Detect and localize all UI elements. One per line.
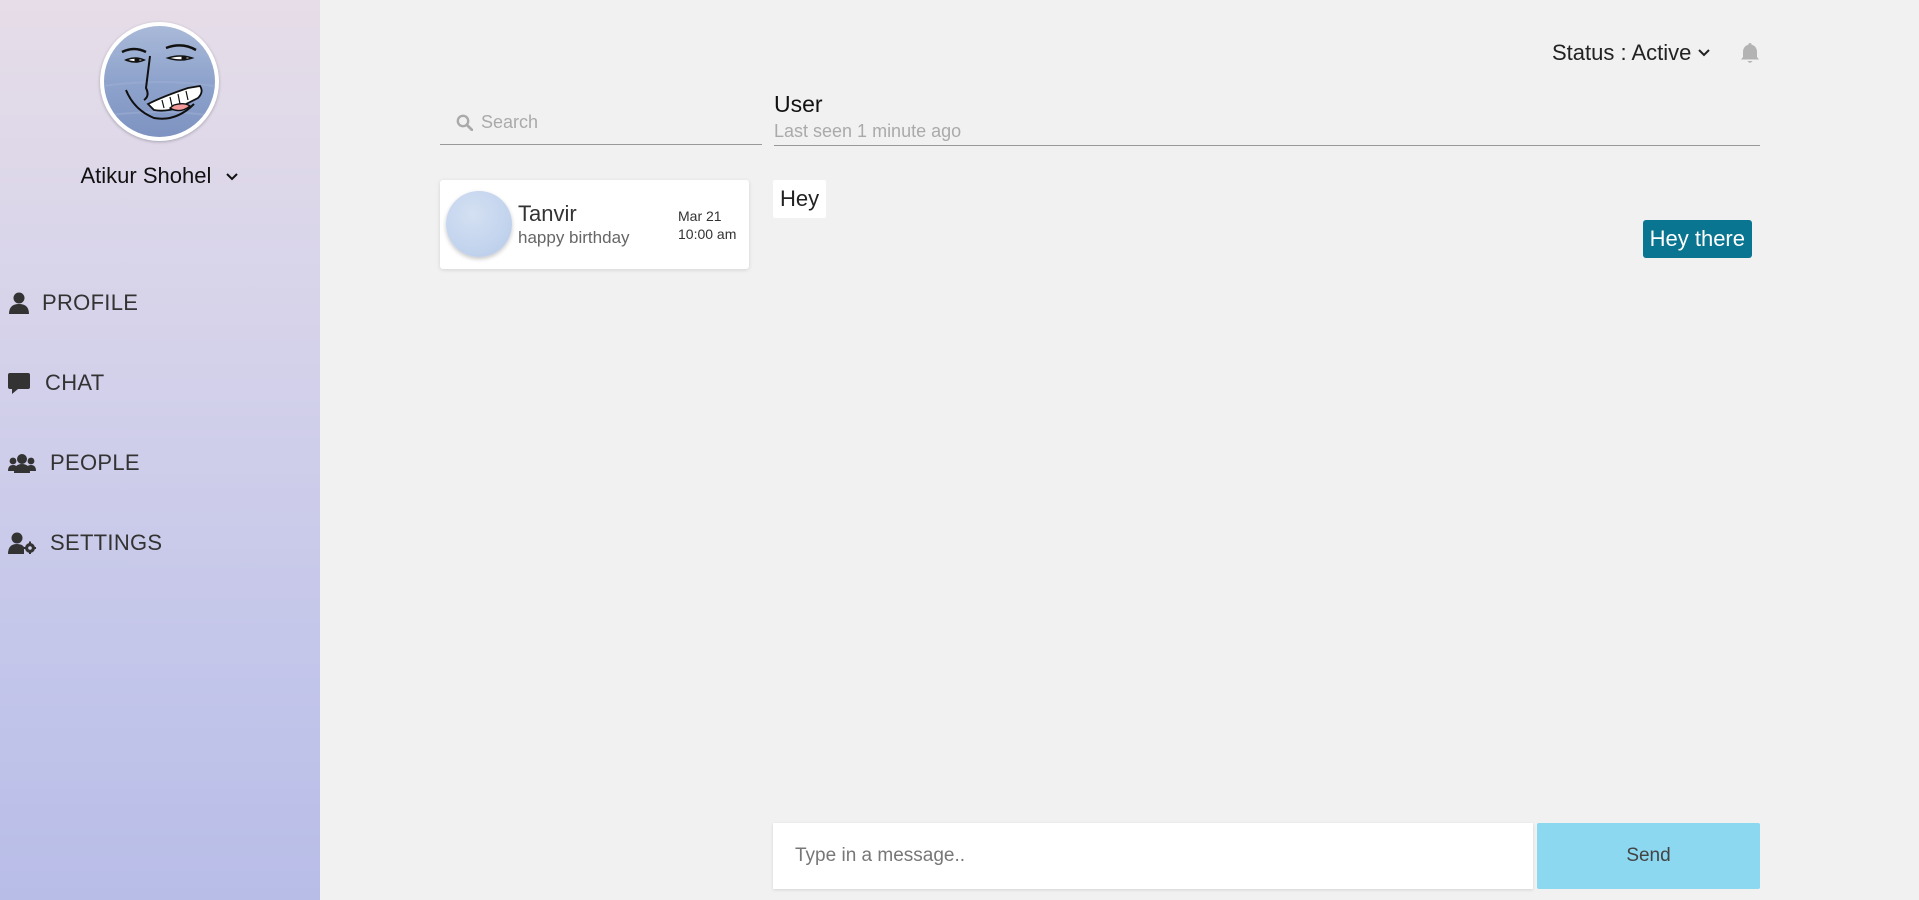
search-input[interactable] <box>479 110 743 134</box>
sidebar-item-label: PEOPLE <box>50 450 140 475</box>
sidebar-item-profile[interactable]: PROFILE <box>8 283 138 323</box>
conversation-date: Mar 21 <box>678 208 722 224</box>
sidebar-item-label: SETTINGS <box>50 530 163 555</box>
status-label: Status : Active <box>1552 40 1692 65</box>
user-menu[interactable]: Atikur Shohel <box>0 163 320 189</box>
search-bar <box>440 100 762 145</box>
outgoing-message: Hey there <box>1642 220 1752 258</box>
sidebar: Atikur Shohel PROFILE CHAT PEOPLE SETTIN… <box>0 0 320 900</box>
chevron-down-icon <box>1698 49 1711 57</box>
incoming-message: Hey <box>773 180 827 218</box>
sidebar-item-label: CHAT <box>45 370 105 395</box>
sidebar-item-label: PROFILE <box>42 290 139 315</box>
conversation-time: 10:00 am <box>678 226 737 242</box>
chevron-down-icon <box>226 173 239 181</box>
bell-icon[interactable] <box>1738 41 1762 65</box>
conversation-name: Tanvir <box>518 201 577 226</box>
sidebar-item-people[interactable]: PEOPLE <box>8 443 140 483</box>
user-icon <box>8 292 30 314</box>
sidebar-item-chat[interactable]: CHAT <box>8 363 104 403</box>
avatar <box>446 191 512 257</box>
conversation-last-message: happy birthday <box>518 228 630 247</box>
comment-icon <box>8 372 30 394</box>
message-input[interactable] <box>773 823 1533 889</box>
status-dropdown[interactable]: Status : Active <box>1552 40 1711 66</box>
sidebar-item-settings[interactable]: SETTINGS <box>8 523 162 563</box>
user-name: Atikur Shohel <box>80 163 212 188</box>
users-icon <box>8 452 36 474</box>
chat-header: User Last seen 1 minute ago <box>774 88 1760 146</box>
user-cog-icon <box>8 532 36 554</box>
chat-contact-name: User <box>774 91 823 117</box>
conversation-item-tanvir[interactable]: Tanvir happy birthday Mar 21 10:00 am <box>440 180 749 269</box>
search-icon <box>456 114 473 131</box>
last-seen-status: Last seen 1 minute ago <box>774 121 962 141</box>
avatar-image <box>104 26 215 137</box>
troll-face-icon <box>104 44 215 120</box>
profile-avatar[interactable] <box>100 22 219 141</box>
send-button[interactable]: Send <box>1537 823 1760 889</box>
